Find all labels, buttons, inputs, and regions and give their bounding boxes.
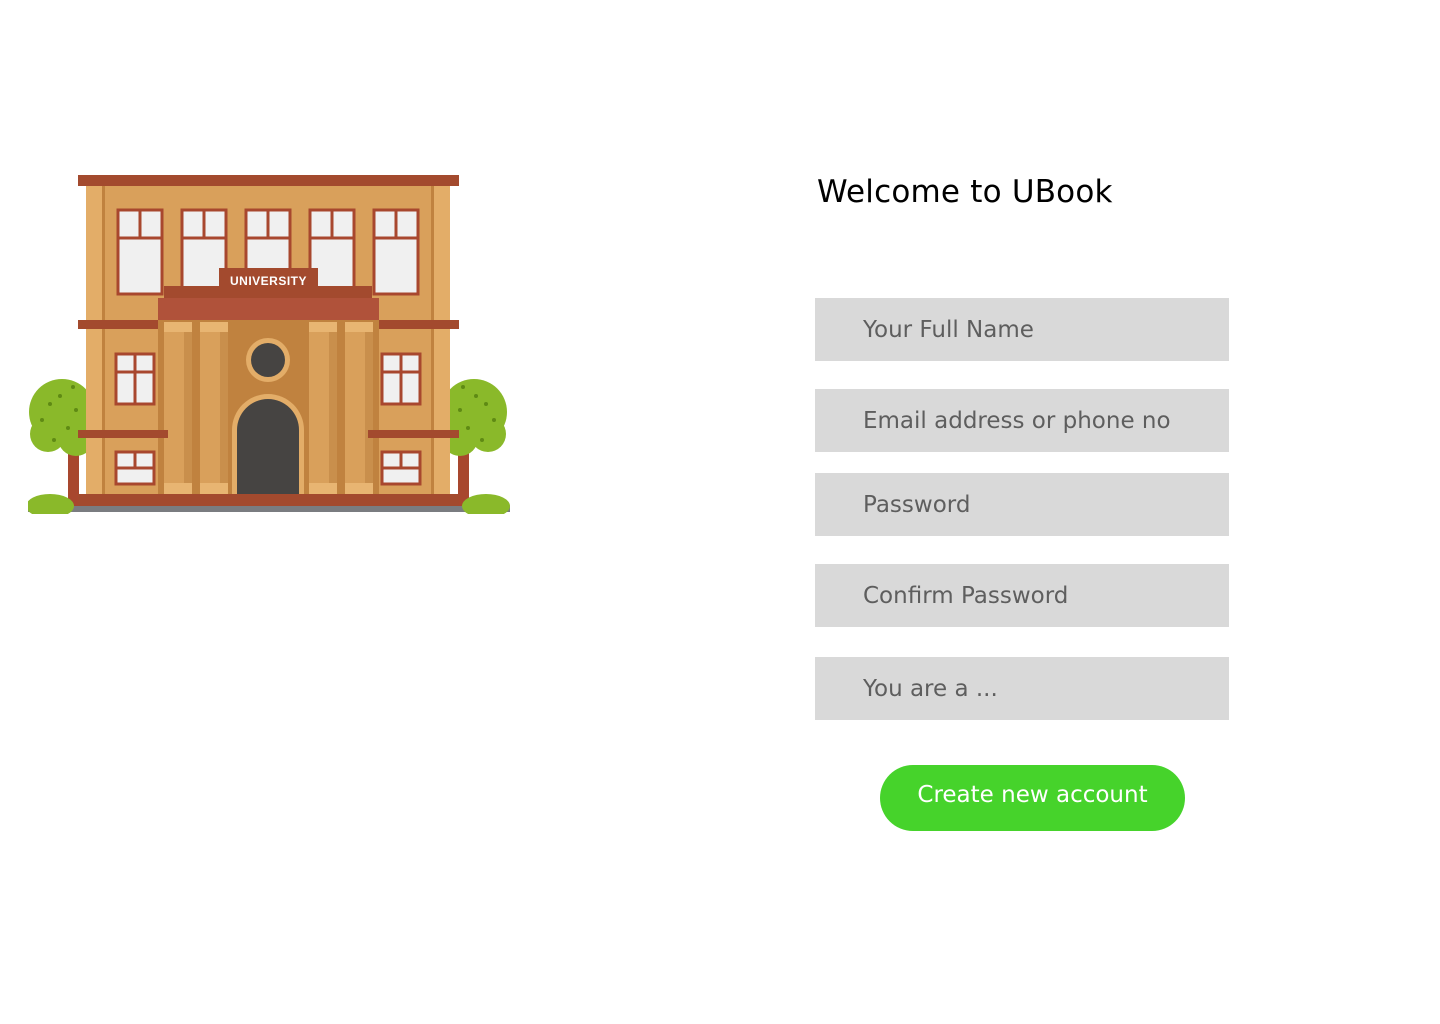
password-input[interactable] (815, 473, 1229, 536)
left-tree (28, 379, 95, 514)
confirm-password-input[interactable] (815, 564, 1229, 627)
email-or-phone-input[interactable] (815, 389, 1229, 452)
user-role-input[interactable] (815, 657, 1229, 720)
right-tree (441, 379, 510, 514)
full-name-input[interactable] (815, 298, 1229, 361)
page-title: Welcome to UBook (817, 174, 1113, 210)
building-base (78, 494, 459, 506)
roof (78, 175, 459, 186)
create-account-button[interactable]: Create new account (880, 765, 1185, 831)
sign-text: UNIVERSITY (230, 274, 307, 288)
ground-strip (28, 506, 510, 512)
university-building-illustration: UNIVERSITY (28, 172, 510, 514)
